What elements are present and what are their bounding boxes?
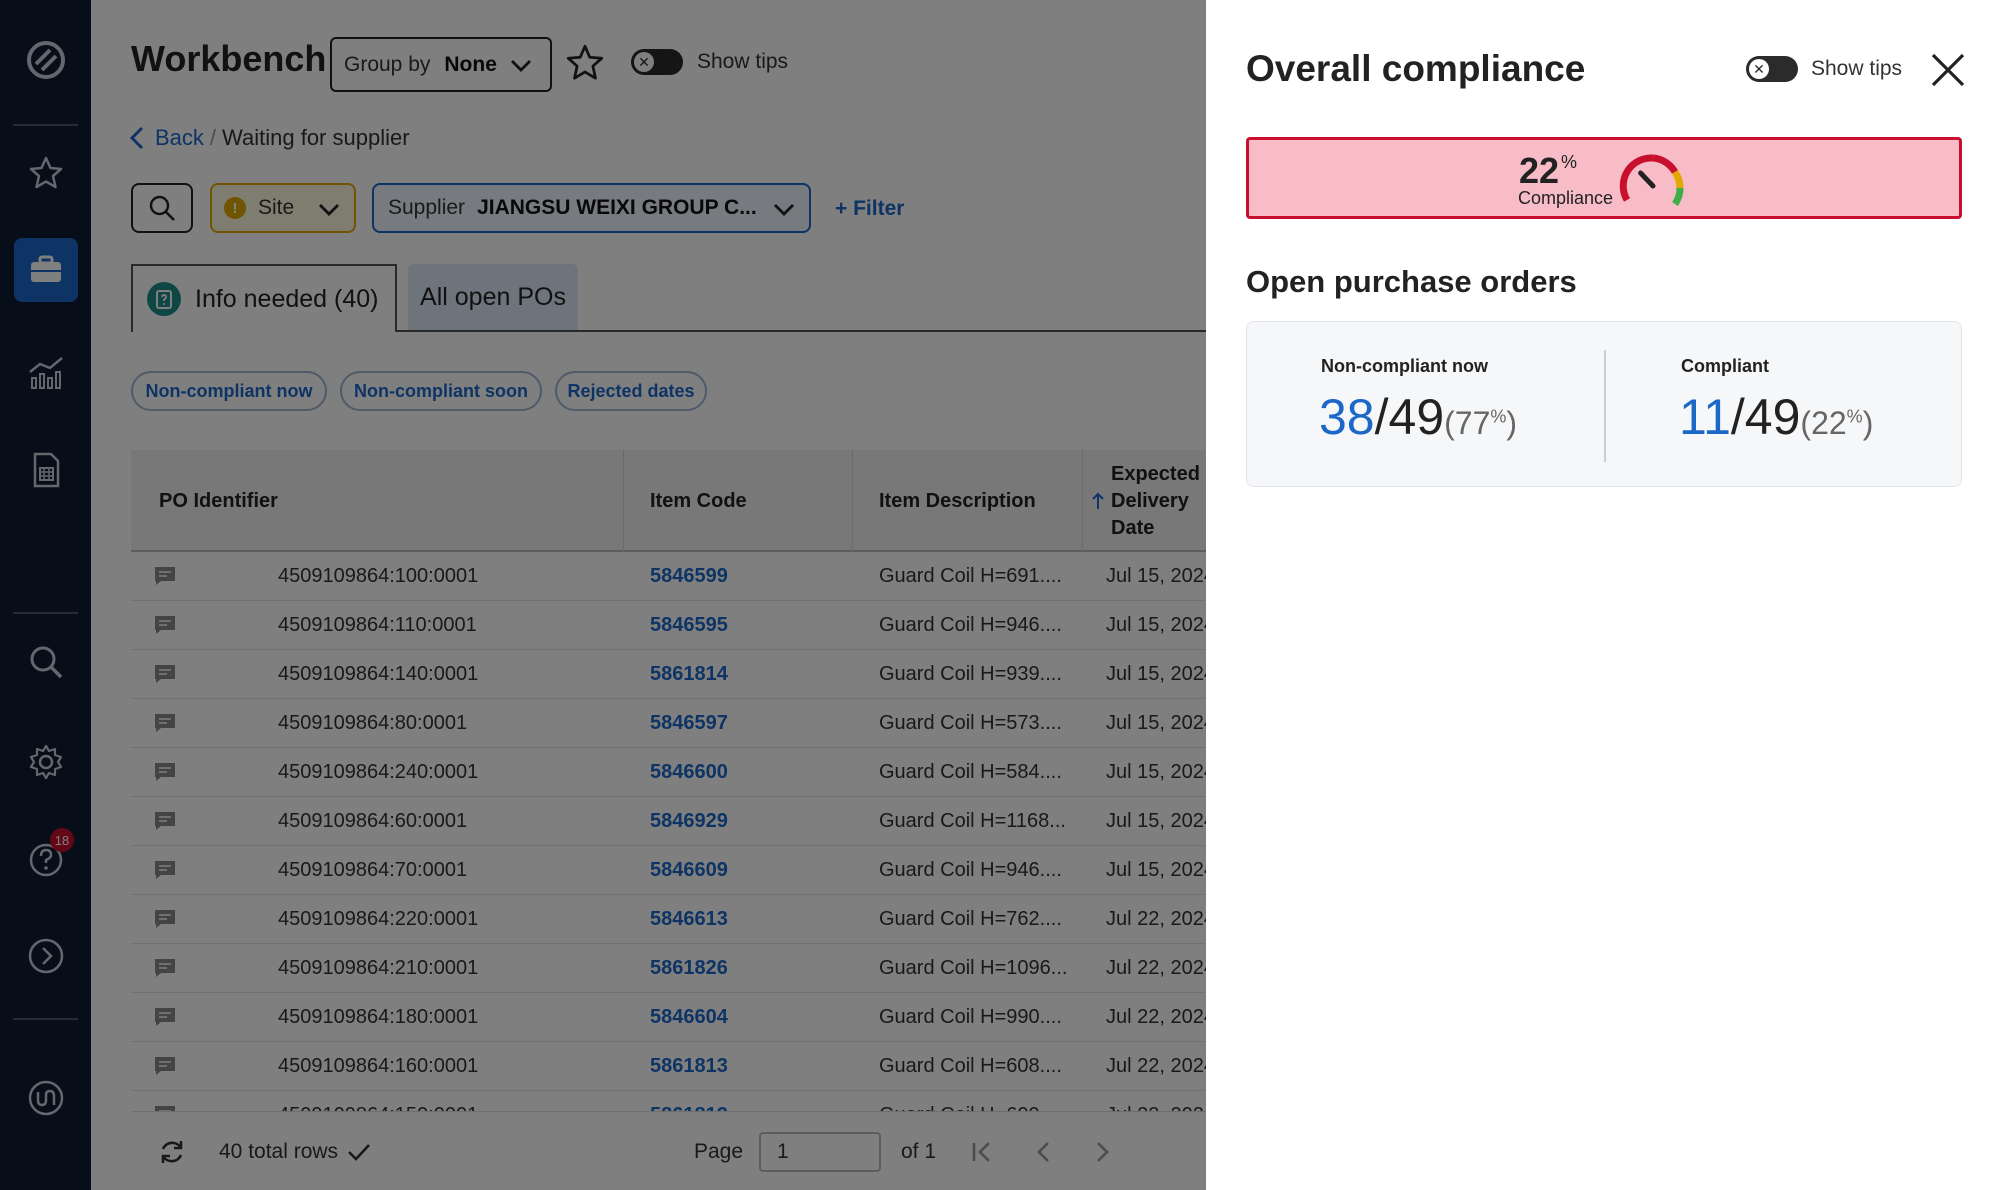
overall-compliance-panel: Overall compliance ✕ Show tips 22% Compl… <box>1206 0 2000 1190</box>
compliant-label: Compliant <box>1681 356 1769 376</box>
toggle-off-icon: ✕ <box>1749 59 1769 79</box>
non-compliant-label: Non-compliant now <box>1321 356 1488 376</box>
stats-divider <box>1604 350 1606 462</box>
close-icon[interactable] <box>1928 50 1968 90</box>
non-compliant-count: 38/49(77%) <box>1319 389 1518 445</box>
compliant-count: 11/49(22%) <box>1679 389 1874 445</box>
panel-show-tips-toggle[interactable]: ✕ <box>1746 56 1798 82</box>
compliance-gauge-icon <box>1619 154 1684 206</box>
compliance-label: Compliance <box>1518 188 1614 208</box>
compliance-summary-bar: 22% Compliance <box>1246 137 1962 219</box>
panel-title: Overall compliance <box>1246 48 1586 89</box>
compliance-value: 22% <box>1519 150 1578 191</box>
modal-backdrop[interactable] <box>0 0 1206 1190</box>
open-purchase-orders-title: Open purchase orders <box>1246 264 1577 299</box>
open-po-stats-card: Non-compliant now 38/49(77%) Compliant 1… <box>1246 321 1962 487</box>
panel-show-tips-label: Show tips <box>1811 57 1903 80</box>
